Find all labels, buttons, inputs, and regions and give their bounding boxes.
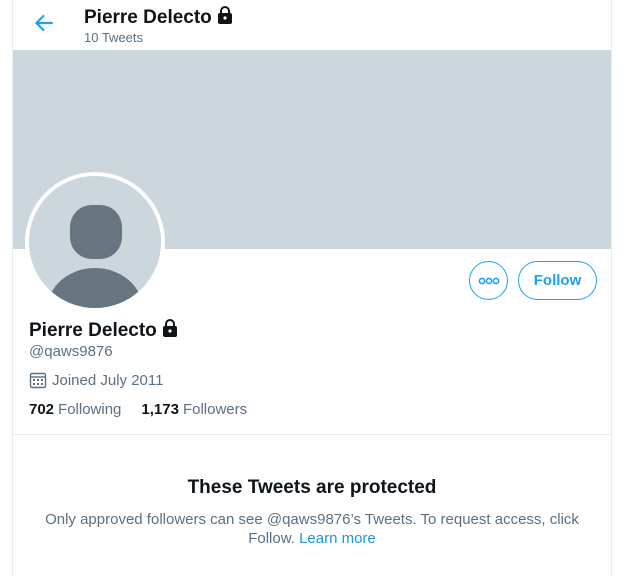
following-count: 702 [29,401,55,418]
following-link[interactable]: 702 Following [29,401,121,418]
tweet-count: 10 Tweets [84,30,144,45]
divider [13,434,611,435]
followers-link[interactable]: 1,173 Followers [141,401,247,418]
lock-icon [217,6,232,24]
follow-button[interactable]: Follow [518,261,597,300]
joined-date: Joined July 2011 [29,371,163,389]
back-arrow-icon [34,14,53,32]
default-avatar-icon [29,176,161,308]
profile-column: Pierre Delecto 10 Tweets Follow Pierre D… [12,0,612,576]
followers-count: 1,173 [141,401,179,418]
following-label: Following [58,401,122,418]
more-options-button[interactable] [469,261,508,300]
back-button[interactable] [31,10,57,36]
protected-title: These Tweets are protected [187,477,437,498]
calendar-icon [29,372,47,389]
profile-name: Pierre Delecto [29,318,180,342]
profile-handle: @qaws9876 [29,343,113,360]
protected-message: Only approved followers can see @qaws987… [45,511,579,547]
more-options-icon [478,277,499,284]
header-title: Pierre Delecto [84,5,235,29]
avatar[interactable] [25,172,165,312]
follow-stats: 702 Following 1,173 Followers [29,401,267,418]
lock-icon [162,319,177,337]
profile-header: Pierre Delecto 10 Tweets [13,0,611,50]
learn-more-link[interactable]: Learn more [299,530,376,547]
followers-label: Followers [182,401,248,418]
